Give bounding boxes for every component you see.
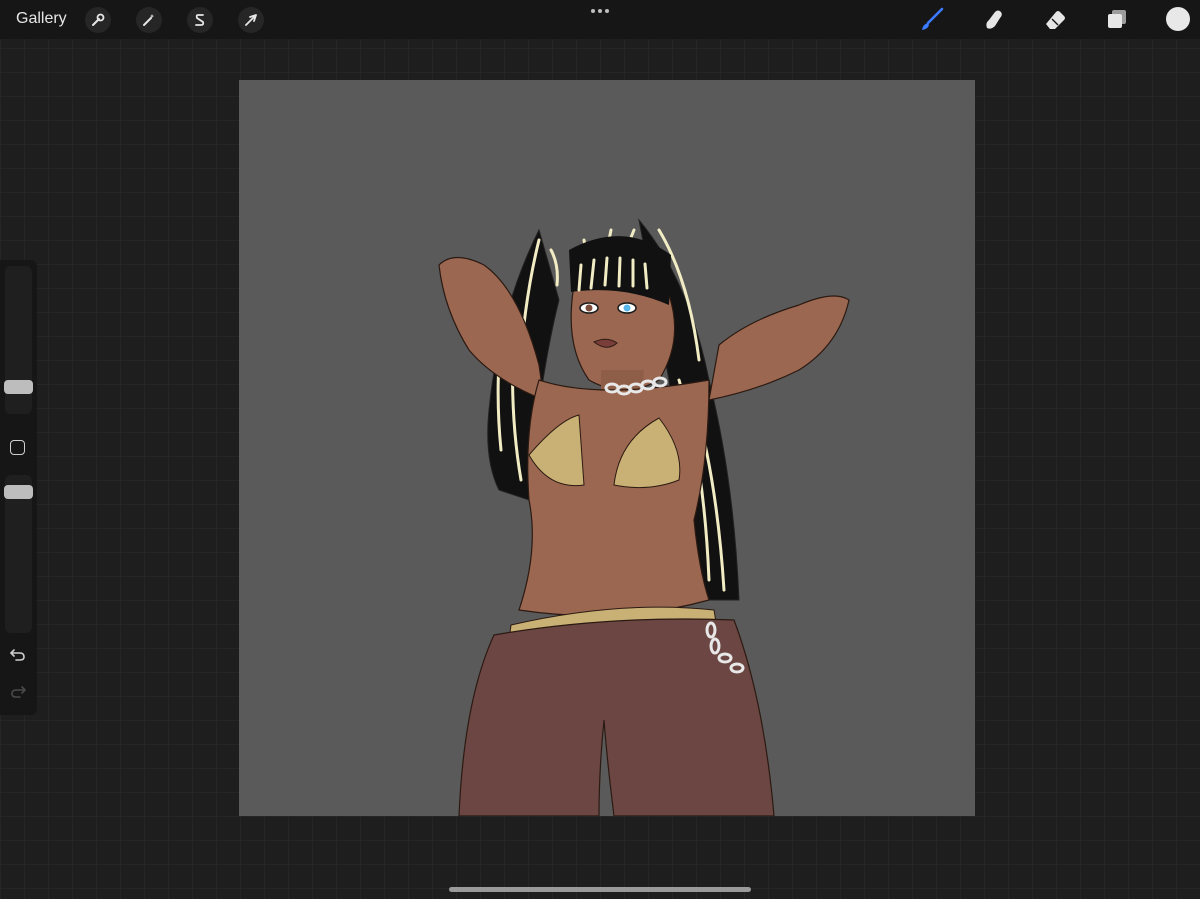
selection-s-icon bbox=[195, 14, 205, 26]
gallery-button[interactable]: Gallery bbox=[16, 10, 67, 28]
transform-arrow-icon bbox=[245, 14, 257, 26]
opacity-thumb[interactable] bbox=[4, 485, 33, 499]
transform-button[interactable] bbox=[238, 7, 264, 33]
brush-size-thumb[interactable] bbox=[4, 380, 33, 394]
modify-button[interactable] bbox=[10, 440, 25, 455]
eraser-icon[interactable] bbox=[1042, 6, 1068, 32]
actions-button[interactable] bbox=[85, 7, 111, 33]
brush-icon[interactable] bbox=[919, 6, 945, 32]
color-picker-button[interactable] bbox=[1166, 7, 1190, 31]
selection-button[interactable] bbox=[187, 7, 213, 33]
magic-wand-icon bbox=[143, 14, 155, 26]
top-toolbar: Gallery bbox=[0, 0, 1200, 39]
wrench-icon bbox=[92, 13, 105, 26]
smudge-icon[interactable] bbox=[981, 6, 1007, 32]
character-illustration bbox=[438, 218, 850, 816]
drawing-canvas[interactable] bbox=[239, 80, 975, 816]
home-indicator bbox=[449, 887, 751, 892]
left-sidebar bbox=[0, 260, 37, 715]
adjustments-button[interactable] bbox=[136, 7, 162, 33]
layers-icon[interactable] bbox=[1104, 6, 1130, 32]
redo-icon[interactable] bbox=[9, 684, 27, 700]
more-options-icon[interactable] bbox=[588, 6, 612, 16]
undo-icon[interactable] bbox=[9, 647, 27, 663]
